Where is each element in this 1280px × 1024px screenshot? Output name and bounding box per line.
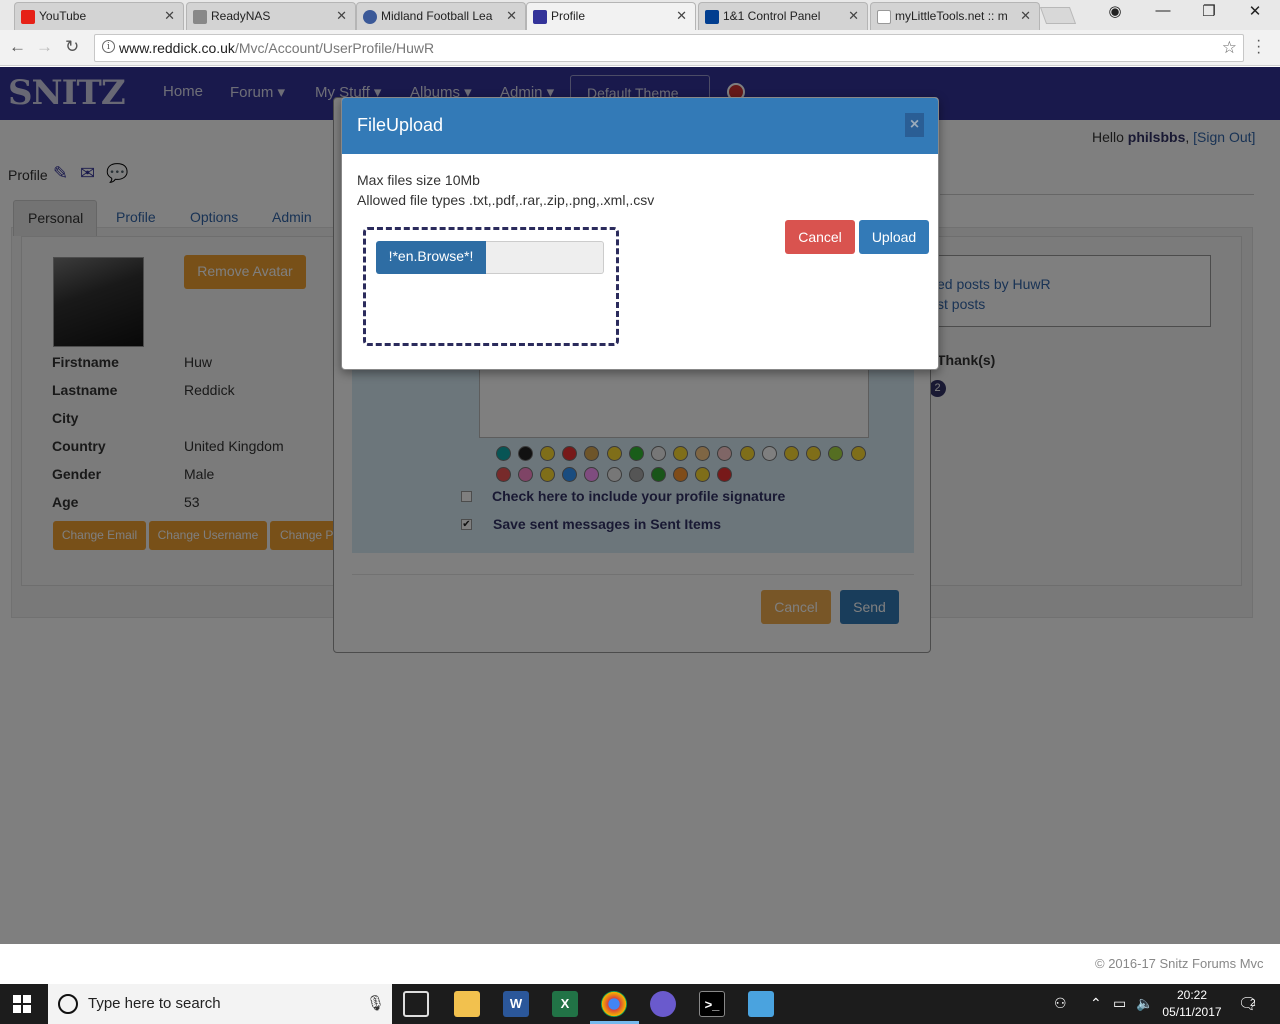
upload-button[interactable]: Upload [859,220,929,254]
back-arrow-icon[interactable]: ← [9,37,26,57]
file-explorer-icon[interactable] [454,991,480,1017]
task-view-icon[interactable] [403,991,429,1017]
restore-button[interactable]: ❐ [1186,2,1232,20]
chevron-up-icon[interactable]: ⌃ [1090,995,1102,1012]
chrome-icon[interactable] [601,991,627,1017]
taskbar: Type here to search 🎙 W X >_ ⚇ ⌃ ▭ 🔈 20:… [0,984,1280,1024]
network-icon[interactable]: ▭ [1113,995,1126,1012]
close-icon[interactable]: ✕ [676,8,687,24]
windows-start-icon[interactable] [13,995,31,1013]
volume-icon[interactable]: 🔈 [1136,995,1153,1012]
info-icon[interactable]: i [102,40,115,53]
cortana-icon [58,994,78,1014]
file-upload-modal: FileUpload × Max files size 10Mb Allowed… [341,97,939,370]
upload-cancel-button[interactable]: Cancel [785,220,855,254]
close-icon[interactable]: ✕ [164,8,175,24]
tab-title: myLittleTools.net :: m [895,9,1008,23]
snitz-icon [533,10,547,24]
forward-arrow-icon[interactable]: → [36,37,53,57]
profile-icon[interactable]: ◉ [1092,2,1138,20]
page-icon [193,10,207,24]
taskbar-search[interactable]: Type here to search 🎙 [48,984,392,1024]
selected-file-field[interactable] [486,241,604,274]
clock-time: 20:22 [1176,988,1208,1002]
document-icon [877,10,891,24]
allowed-types-text: Allowed file types .txt,.pdf,.rar,.zip,.… [357,192,655,208]
notification-count: 2 [1250,998,1256,1009]
browser-menu-icon[interactable]: · · · [1256,33,1261,61]
bookmark-star-icon[interactable]: ☆ [1222,38,1237,58]
search-placeholder: Type here to search [88,995,221,1012]
max-size-text: Max files size 10Mb [357,172,480,188]
youtube-icon [21,10,35,24]
window-close-button[interactable]: ✕ [1232,2,1278,20]
browser-tab-profile[interactable]: Profile ✕ [526,2,696,30]
reload-icon[interactable]: ↻ [65,37,79,57]
footer-copyright: © 2016-17 Snitz Forums Mvc [1095,956,1264,971]
close-icon[interactable]: ✕ [506,8,517,24]
modal-title: FileUpload [357,115,444,135]
notification-icon[interactable]: 🗨 2 [1238,994,1258,1014]
modal-close-button[interactable]: × [905,113,924,137]
browser-tab-mylittletools[interactable]: myLittleTools.net :: m ✕ [870,2,1040,30]
address-bar[interactable]: i www.reddick.co.uk/Mvc/Account/UserProf… [94,34,1244,62]
browser-tab-midland[interactable]: Midland Football Lea ✕ [356,2,526,30]
tab-title: YouTube [39,9,87,23]
url-host: www.reddick.co.uk [119,40,235,56]
control-panel-icon [705,10,719,24]
new-tab-button[interactable] [1039,7,1077,24]
modal-header: FileUpload × [342,98,938,154]
clock-date: 05/11/2017 [1162,1005,1222,1019]
terminal-icon[interactable]: >_ [699,991,725,1017]
url-path: /Mvc/Account/UserProfile/HuwR [234,40,435,56]
file-dropzone[interactable]: !*en.Browse*! [363,227,619,346]
torrent-icon[interactable] [650,991,676,1017]
close-icon[interactable]: ✕ [1020,8,1031,24]
browser-tab-readynas[interactable]: ReadyNAS ✕ [186,2,356,30]
browse-button[interactable]: !*en.Browse*! [376,241,486,274]
minimize-button[interactable]: — [1140,2,1186,19]
tab-title: 1&1 Control Panel [723,9,821,23]
browser-tab-controlpanel[interactable]: 1&1 Control Panel ✕ [698,2,868,30]
tab-title: ReadyNAS [211,9,271,23]
close-icon[interactable]: ✕ [848,8,859,24]
globe-icon [363,10,377,24]
people-icon[interactable]: ⚇ [1054,995,1067,1012]
excel-icon[interactable]: X [552,991,578,1017]
close-icon[interactable]: ✕ [336,8,347,24]
tab-title: Profile [551,9,586,23]
browser-tabstrip: YouTube ✕ ReadyNAS ✕ Midland Football Le… [0,0,1280,30]
browser-tab-youtube[interactable]: YouTube ✕ [14,2,184,30]
word-icon[interactable]: W [503,991,529,1017]
system-clock[interactable]: 20:22 05/11/2017 [1160,987,1224,1021]
remote-desktop-icon[interactable] [748,991,774,1017]
microphone-icon[interactable]: 🎙 [366,994,385,1012]
tab-title: Midland Football Lea [381,9,493,23]
browser-toolbar: ← → ↻ i www.reddick.co.uk/Mvc/Account/Us… [0,30,1280,66]
